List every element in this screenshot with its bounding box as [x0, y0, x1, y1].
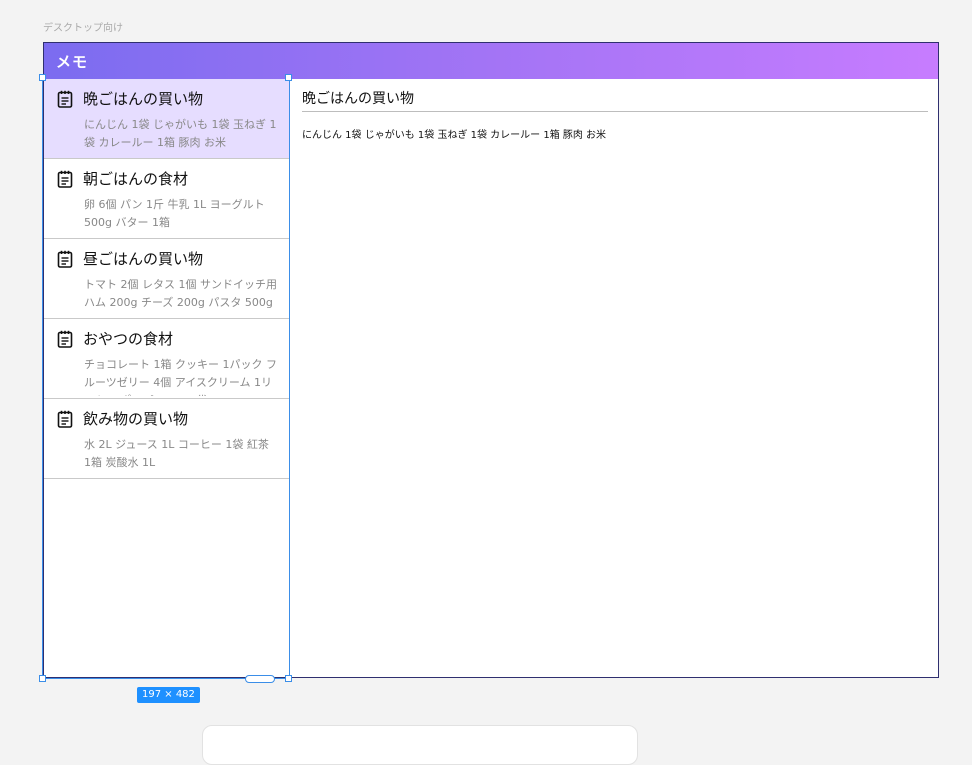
memo-title: 昼ごはんの買い物 — [83, 250, 204, 268]
memo-list[interactable]: 晩ごはんの買い物 にんじん 1袋 じゃがいも 1袋 玉ねぎ 1袋 カレールー 1… — [44, 79, 290, 679]
notepad-icon — [57, 250, 73, 268]
resize-handle-top-left[interactable] — [39, 74, 46, 81]
memo-preview: にんじん 1袋 じゃがいも 1袋 玉ねぎ 1袋 カレールー 1箱 豚肉 お米 — [84, 118, 277, 149]
memo-preview: チョコレート 1箱 クッキー 1パック フルーツゼリー 4個 アイスクリーム 1… — [84, 358, 277, 396]
canvas-frame-label: デスクトップ向け — [43, 23, 123, 34]
selection-outline-left — [42, 78, 43, 679]
memo-list-item[interactable]: 朝ごはんの食材 卵 6個 パン 1斤 牛乳 1L ヨーグルト 500g バター … — [44, 159, 289, 239]
notepad-icon — [57, 410, 73, 428]
notepad-icon — [57, 170, 73, 188]
memo-preview: 卵 6個 パン 1斤 牛乳 1L ヨーグルト 500g バター 1箱 — [84, 198, 265, 229]
memo-title: 晩ごはんの買い物 — [83, 90, 204, 108]
bottom-toolbar[interactable] — [202, 725, 638, 765]
memo-app-window: メモ 晩ごはんの買い物 にんじん 1袋 じゃがいも 1袋 玉ねぎ 1袋 カレール… — [43, 42, 939, 679]
memo-title: 飲み物の買い物 — [83, 410, 189, 428]
memo-list-item[interactable]: 飲み物の買い物 水 2L ジュース 1L コーヒー 1袋 紅茶 1箱 炭酸水 1… — [44, 399, 289, 479]
memo-preview: トマト 2個 レタス 1個 サンドイッチ用ハム 200g チーズ 200g パス… — [84, 278, 277, 309]
memo-list-item[interactable]: おやつの食材 チョコレート 1箱 クッキー 1パック フルーツゼリー 4個 アイ… — [44, 319, 289, 399]
app-title: メモ — [56, 52, 89, 71]
memo-list-item[interactable]: 昼ごはんの買い物 トマト 2個 レタス 1個 サンドイッチ用ハム 200g チー… — [44, 239, 289, 319]
memo-title: おやつの食材 — [83, 330, 174, 348]
memo-list-item[interactable]: 晩ごはんの買い物 にんじん 1袋 じゃがいも 1袋 玉ねぎ 1袋 カレールー 1… — [44, 79, 289, 159]
resize-handle-top-right[interactable] — [285, 74, 292, 81]
memo-title: 朝ごはんの食材 — [83, 170, 189, 188]
memo-detail-panel: 晩ごはんの買い物 にんじん 1袋 じゃがいも 1袋 玉ねぎ 1袋 カレールー 1… — [302, 79, 928, 141]
resize-handle-bottom-right[interactable] — [285, 675, 292, 682]
resize-handle-bottom-left[interactable] — [39, 675, 46, 682]
app-header: メモ — [44, 43, 938, 79]
memo-preview: 水 2L ジュース 1L コーヒー 1袋 紅茶 1箱 炭酸水 1L — [84, 438, 269, 469]
resize-handle-bottom[interactable] — [245, 675, 275, 683]
selection-size-badge: 197 × 482 — [137, 687, 200, 703]
memo-detail-title[interactable]: 晩ごはんの買い物 — [302, 79, 928, 112]
notepad-icon — [57, 330, 73, 348]
notepad-icon — [57, 90, 73, 108]
memo-detail-body[interactable]: にんじん 1袋 じゃがいも 1袋 玉ねぎ 1袋 カレールー 1箱 豚肉 お米 — [302, 126, 928, 141]
